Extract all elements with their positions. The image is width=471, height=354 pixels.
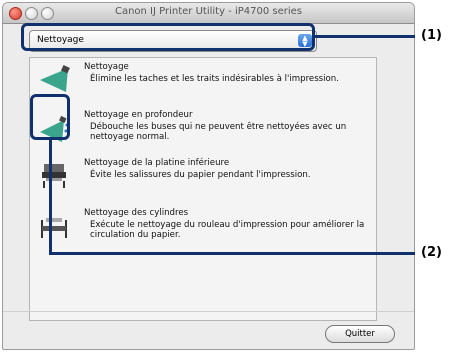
callout-leader-1 xyxy=(315,35,415,38)
callout-box-1 xyxy=(21,23,315,51)
quit-button[interactable]: Quitter xyxy=(325,325,395,343)
callout-label-2: (2) xyxy=(421,245,442,260)
list-item-nettoyage-en-profondeur[interactable]: Nettoyage en profondeur Débouche les bus… xyxy=(30,110,376,160)
list-item-nettoyage-platine[interactable]: Nettoyage de la platine inférieure Évite… xyxy=(30,158,376,198)
list-item-nettoyage[interactable]: Nettoyage Élimine les taches et les trai… xyxy=(30,62,376,112)
window-title: Canon IJ Printer Utility - iP4700 series xyxy=(114,6,303,17)
item-description: Élimine les taches et les traits indésir… xyxy=(90,74,339,84)
divider xyxy=(3,311,414,312)
cleaning-nozzle-icon[interactable] xyxy=(38,64,70,96)
maintenance-list: Nettoyage Élimine les taches et les trai… xyxy=(29,57,377,321)
callout-leader-2-horizontal xyxy=(49,252,415,255)
list-item-nettoyage-cylindres[interactable]: Nettoyage des cylindres Exécute le netto… xyxy=(30,208,376,258)
title-bar: Canon IJ Printer Utility - iP4700 series xyxy=(3,3,414,24)
item-title: Nettoyage xyxy=(84,62,129,72)
callout-label-1: (1) xyxy=(421,28,442,43)
roller-cleaning-icon[interactable] xyxy=(38,212,70,244)
bottom-plate-cleaning-icon[interactable] xyxy=(38,160,70,192)
item-title: Nettoyage de la platine inférieure xyxy=(84,158,230,168)
callout-leader-2-vertical xyxy=(49,140,52,254)
callout-box-2 xyxy=(30,94,70,140)
item-title: Nettoyage en profondeur xyxy=(84,110,193,120)
item-description: Débouche les buses qui ne peuvent être n… xyxy=(90,122,347,142)
item-description: Exécute le nettoyage du rouleau d'impres… xyxy=(90,220,365,240)
item-title: Nettoyage des cylindres xyxy=(84,208,189,218)
item-description: Évite les salissures du papier pendant l… xyxy=(90,170,311,180)
printer-utility-window: Canon IJ Printer Utility - iP4700 series… xyxy=(2,2,415,350)
